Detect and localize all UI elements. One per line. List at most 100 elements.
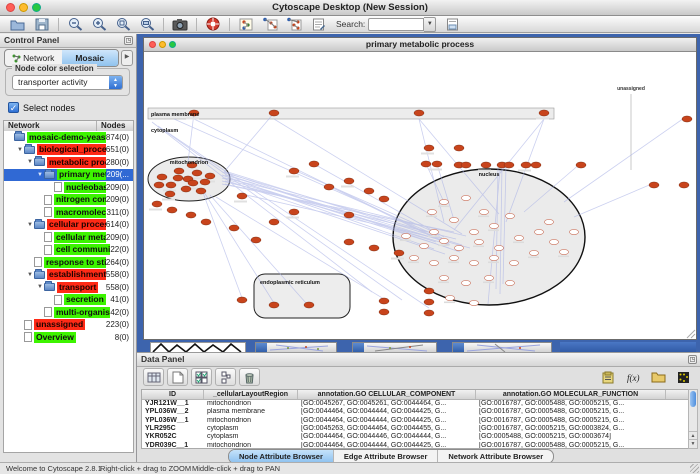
- background-window-fragment[interactable]: [452, 342, 552, 352]
- table-cell[interactable]: [GO:0044464, GO:0044446, GO:0044444, G..…: [298, 433, 476, 441]
- network-tree[interactable]: mosaic-demo-yeast874(0)▼biological_proce…: [3, 131, 134, 453]
- close-button[interactable]: [6, 3, 15, 12]
- network-overlay-button[interactable]: [284, 17, 304, 32]
- disclosure-triangle-icon[interactable]: ▼: [36, 172, 44, 178]
- table-cell[interactable]: [GO:0045267, GO:0045261, GO:0044464, G..…: [298, 400, 476, 408]
- table-cell[interactable]: [GO:0044464, GO:0044444, GO:0044425, G..…: [298, 442, 476, 449]
- help-button[interactable]: [203, 17, 223, 32]
- table-cell[interactable]: cytoplasm: [204, 433, 298, 441]
- tabs-overflow-button[interactable]: ▶: [121, 50, 133, 66]
- background-window-fragment[interactable]: [352, 342, 437, 352]
- graphics-details-button[interactable]: [236, 17, 256, 32]
- table-row[interactable]: YJR121W__1mitochondrion[GO:0045267, GO:0…: [142, 400, 688, 408]
- attribute-table[interactable]: ID_cellularLayoutRegionannotation.GO CEL…: [141, 389, 689, 449]
- table-cell[interactable]: [GO:0044464, GO:0044444, GO:0044425, G..…: [298, 408, 476, 416]
- column-header[interactable]: annotation.GO MOLECULAR_FUNCTION: [476, 390, 666, 399]
- float-panel-icon[interactable]: ◳: [688, 355, 697, 364]
- matrix-view-button[interactable]: [673, 368, 694, 386]
- tree-row[interactable]: ▼establishment of lo558(0): [4, 269, 133, 282]
- tree-row[interactable]: ▼transport558(0): [4, 281, 133, 294]
- tree-row[interactable]: multi-organism pro42(0): [4, 306, 133, 319]
- background-window-fragment[interactable]: [150, 342, 246, 352]
- window-zoom-button[interactable]: [169, 41, 176, 48]
- table-cell[interactable]: [GO:0016787, GO:0005488, GO:0005215, G..…: [476, 417, 666, 425]
- tree-row[interactable]: cellular metabo209(0): [4, 231, 133, 244]
- region-plasma-membrane[interactable]: [148, 108, 554, 119]
- create-attribute-button[interactable]: [167, 368, 188, 386]
- table-row[interactable]: YLR295Ccytoplasm[GO:0045263, GO:0044464,…: [142, 425, 688, 433]
- snapshot-button[interactable]: [170, 17, 190, 32]
- tree-row[interactable]: ▼primary metabo209(...: [4, 169, 133, 182]
- table-cell[interactable]: [GO:0016787, GO:0005488, GO:0005215, G..…: [476, 442, 666, 449]
- tree-row[interactable]: unassigned223(0): [4, 319, 133, 332]
- table-row[interactable]: YPL036W__2plasma membrane[GO:0044464, GO…: [142, 408, 688, 416]
- tree-row[interactable]: nucleobase-209(0): [4, 181, 133, 194]
- float-panel-icon[interactable]: ◳: [124, 36, 133, 45]
- disclosure-triangle-icon[interactable]: ▼: [26, 159, 34, 165]
- network-canvas[interactable]: plasma membranecytoplasmmitochondrionnuc…: [144, 52, 696, 339]
- tree-row[interactable]: ▼cellular process614(0): [4, 219, 133, 232]
- search-options-button[interactable]: [442, 17, 462, 32]
- table-row[interactable]: YDR039C__1mitochondrion[GO:0044464, GO:0…: [142, 441, 688, 449]
- scrollbar-thumb[interactable]: [690, 391, 696, 407]
- save-session-button[interactable]: [32, 17, 52, 32]
- column-header[interactable]: ID: [142, 390, 204, 399]
- table-cell[interactable]: cytoplasm: [204, 425, 298, 433]
- window-close-button[interactable]: [149, 41, 156, 48]
- delete-attribute-button[interactable]: [239, 368, 260, 386]
- function-builder-button[interactable]: f(x): [623, 368, 644, 386]
- minimize-button[interactable]: [19, 3, 28, 12]
- resize-grip[interactable]: [690, 464, 699, 473]
- table-cell[interactable]: YKR052C: [142, 433, 204, 441]
- tree-row[interactable]: secretion41(0): [4, 294, 133, 307]
- unselect-all-attributes-button[interactable]: [215, 368, 236, 386]
- node-color-dropdown[interactable]: transporter activity ▲▼: [12, 75, 123, 90]
- tree-row[interactable]: ▼metabolic process280(0): [4, 156, 133, 169]
- table-cell[interactable]: [GO:0044464, GO:0044444, GO:0044425, G..…: [298, 417, 476, 425]
- table-cell[interactable]: mitochondrion: [204, 417, 298, 425]
- table-cell[interactable]: YPL036W__2: [142, 408, 204, 416]
- table-cell[interactable]: YJR121W__1: [142, 400, 204, 408]
- table-row[interactable]: YPL036W__1mitochondrion[GO:0044464, GO:0…: [142, 417, 688, 425]
- select-nodes-checkbox[interactable]: ✓: [8, 102, 19, 113]
- annotations-button[interactable]: [308, 17, 328, 32]
- network-view-window[interactable]: primary metabolic process plasma membran…: [143, 37, 697, 340]
- zoom-selected-region-button[interactable]: [113, 17, 133, 32]
- table-cell[interactable]: mitochondrion: [204, 400, 298, 408]
- table-scrollbar[interactable]: ▲ ▼: [688, 389, 698, 449]
- tree-row[interactable]: Overview8(0): [4, 331, 133, 344]
- open-session-button[interactable]: [8, 17, 28, 32]
- disclosure-triangle-icon[interactable]: ▼: [26, 272, 34, 278]
- select-attributes-button[interactable]: [143, 368, 164, 386]
- disclosure-triangle-icon[interactable]: ▼: [36, 284, 44, 290]
- canvas-resize-grip[interactable]: [687, 330, 695, 338]
- column-header[interactable]: annotation.GO CELLULAR_COMPONENT: [298, 390, 476, 399]
- table-cell[interactable]: YLR295C: [142, 425, 204, 433]
- table-cell[interactable]: YPL036W__1: [142, 417, 204, 425]
- tree-row[interactable]: macromolecule311(0): [4, 206, 133, 219]
- disclosure-triangle-icon[interactable]: ▼: [26, 222, 34, 228]
- tree-row[interactable]: ▼biological_process651(0): [4, 144, 133, 157]
- zoom-in-button[interactable]: [89, 17, 109, 32]
- background-window-fragment[interactable]: [560, 342, 696, 352]
- network-window-titlebar[interactable]: primary metabolic process: [144, 38, 696, 52]
- background-window-fragment[interactable]: [255, 342, 337, 352]
- table-cell[interactable]: [GO:0016787, GO:0005215, GO:0003824, G..…: [476, 425, 666, 433]
- network-graph[interactable]: plasma membranecytoplasmmitochondrionnuc…: [144, 52, 696, 339]
- search-dropdown-button[interactable]: ▼: [424, 17, 436, 32]
- table-cell[interactable]: [GO:0005488, GO:0005215, GO:0003674]: [476, 433, 666, 441]
- zoom-fit-button[interactable]: [137, 17, 157, 32]
- tree-row[interactable]: response to stimulu264(0): [4, 256, 133, 269]
- search-input[interactable]: [368, 18, 424, 31]
- select-all-attributes-button[interactable]: [191, 368, 212, 386]
- attribute-batch-editor-button[interactable]: [598, 368, 619, 386]
- table-cell[interactable]: [GO:0016787, GO:0005488, GO:0005215, G..…: [476, 408, 666, 416]
- table-cell[interactable]: YDR039C__1: [142, 442, 204, 449]
- import-attributes-button[interactable]: [648, 368, 669, 386]
- table-cell[interactable]: mitochondrion: [204, 442, 298, 449]
- zoom-out-button[interactable]: [65, 17, 85, 32]
- tree-row[interactable]: mosaic-demo-yeast874(0): [4, 131, 133, 144]
- column-header[interactable]: _cellularLayoutRegion: [204, 390, 298, 399]
- table-row[interactable]: YKR052Ccytoplasm[GO:0044464, GO:0044446,…: [142, 433, 688, 441]
- table-cell[interactable]: [GO:0045263, GO:0044464, GO:0044455, G..…: [298, 425, 476, 433]
